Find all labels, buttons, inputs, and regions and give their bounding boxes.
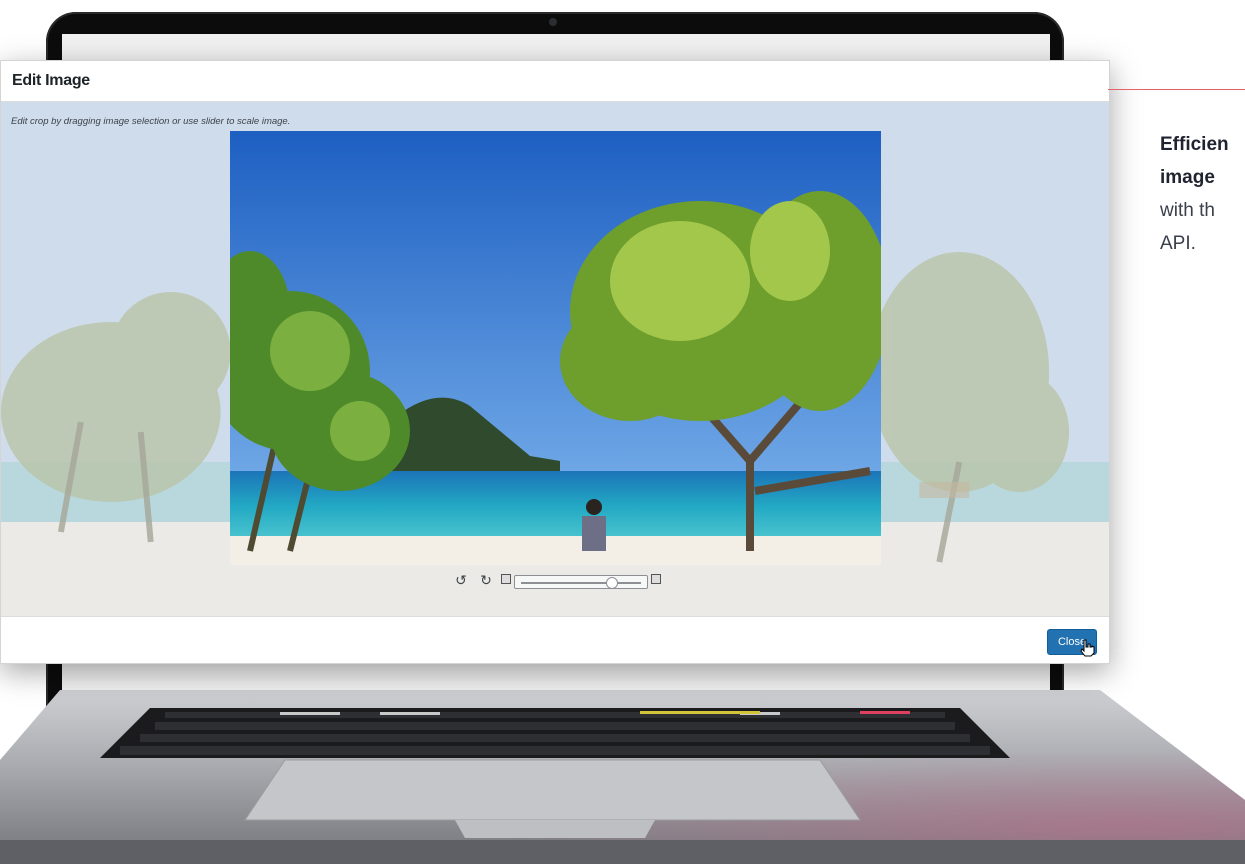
image-controls: ↺ ↻: [454, 572, 664, 590]
rotate-left-icon[interactable]: ↺: [454, 572, 468, 588]
hand-cursor-icon: [1080, 639, 1095, 657]
crop-canvas[interactable]: Edit crop by dragging image selection or…: [1, 102, 1109, 616]
zoom-in-icon[interactable]: [651, 574, 661, 584]
rotate-right-icon[interactable]: ↻: [479, 572, 493, 588]
zoom-out-icon[interactable]: [501, 574, 511, 584]
crop-hint: Edit crop by dragging image selection or…: [11, 116, 291, 127]
accent-rule: [1108, 89, 1245, 90]
laptop-base: [0, 690, 1245, 864]
feature-line-1: Efficien: [1160, 134, 1229, 155]
feature-copy: Efficien image with th API.: [1160, 128, 1245, 260]
feature-line-3: with th: [1160, 200, 1215, 221]
feature-line-4: API.: [1160, 233, 1196, 254]
crop-selection-image[interactable]: [230, 131, 881, 565]
slider-track: [521, 582, 641, 584]
modal-title: Edit Image: [12, 72, 90, 89]
modal-header: Edit Image: [1, 61, 1109, 102]
scale-slider[interactable]: [514, 575, 648, 589]
stage: Edit Image Edit crop by dragging image s…: [0, 0, 1245, 864]
modal-footer: Close: [1, 616, 1109, 663]
slider-thumb[interactable]: [606, 577, 618, 589]
feature-line-2: image: [1160, 167, 1215, 188]
camera-icon: [549, 18, 557, 26]
edit-image-modal: Edit Image Edit crop by dragging image s…: [0, 60, 1110, 664]
